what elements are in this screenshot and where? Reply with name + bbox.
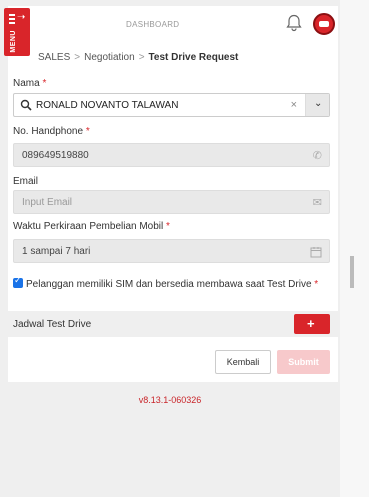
breadcrumb-current: Test Drive Request: [148, 52, 239, 63]
phone-value: 089649519880: [22, 150, 89, 161]
version-text: v8.13.1-060326: [138, 395, 202, 405]
nama-label: Nama *: [13, 78, 47, 89]
form-card: DASHBOARD SALES > Negotiation > Test Drive R…: [8, 6, 338, 382]
menu-label: MENU: [10, 30, 17, 53]
menu-icon: [9, 14, 15, 26]
email-field[interactable]: Input Email ✉: [13, 190, 330, 214]
email-label: Email: [13, 176, 39, 187]
jadwal-row: Jadwal Test Drive +: [8, 311, 338, 337]
arrow-right-icon: ➝: [17, 12, 26, 23]
avatar-car-icon[interactable]: [313, 13, 335, 35]
nama-value: RONALD NOVANTO TALAWAN: [36, 100, 179, 111]
breadcrumb: SALES > Negotiation > Test Drive Request: [38, 52, 239, 63]
sim-checkbox-row[interactable]: Pelanggan memiliki SIM dan bersedia memb…: [13, 276, 318, 290]
top-bar: DASHBOARD: [8, 6, 338, 44]
breadcrumb-sales[interactable]: SALES: [38, 52, 70, 63]
bell-icon[interactable]: [286, 14, 302, 32]
waktu-field[interactable]: 1 sampai 7 hari: [13, 239, 330, 263]
submit-button[interactable]: Submit: [277, 350, 330, 374]
clear-icon[interactable]: ×: [291, 99, 297, 111]
phone-icon: ✆: [312, 149, 322, 162]
chevron-down-icon: ⌄: [314, 98, 323, 109]
nama-select[interactable]: RONALD NOVANTO TALAWAN × ⌄: [13, 93, 330, 117]
breadcrumb-negotiation[interactable]: Negotiation: [84, 52, 135, 63]
phone-label: No. Handphone *: [13, 126, 90, 137]
phone-field[interactable]: 089649519880 ✆: [13, 143, 330, 167]
add-jadwal-button[interactable]: +: [294, 314, 330, 334]
sim-checkbox[interactable]: [13, 276, 23, 288]
dropdown-toggle[interactable]: ⌄: [305, 94, 329, 116]
sim-checkbox-label: Pelanggan memiliki SIM dan bersedia memb…: [26, 279, 312, 290]
jadwal-label: Jadwal Test Drive: [13, 319, 92, 330]
calendar-icon: [310, 247, 322, 258]
right-panel: [340, 0, 369, 497]
dashboard-title[interactable]: DASHBOARD: [126, 20, 179, 29]
plus-icon: +: [307, 316, 315, 331]
scroll-handle[interactable]: [350, 256, 354, 288]
menu-button[interactable]: ➝ MENU: [4, 8, 30, 56]
search-icon: [20, 99, 32, 111]
back-button[interactable]: Kembali: [215, 350, 271, 374]
email-placeholder: Input Email: [22, 197, 73, 208]
waktu-value: 1 sampai 7 hari: [22, 246, 91, 257]
waktu-label: Waktu Perkiraan Pembelian Mobil *: [13, 221, 170, 232]
envelope-icon: ✉: [312, 196, 322, 209]
